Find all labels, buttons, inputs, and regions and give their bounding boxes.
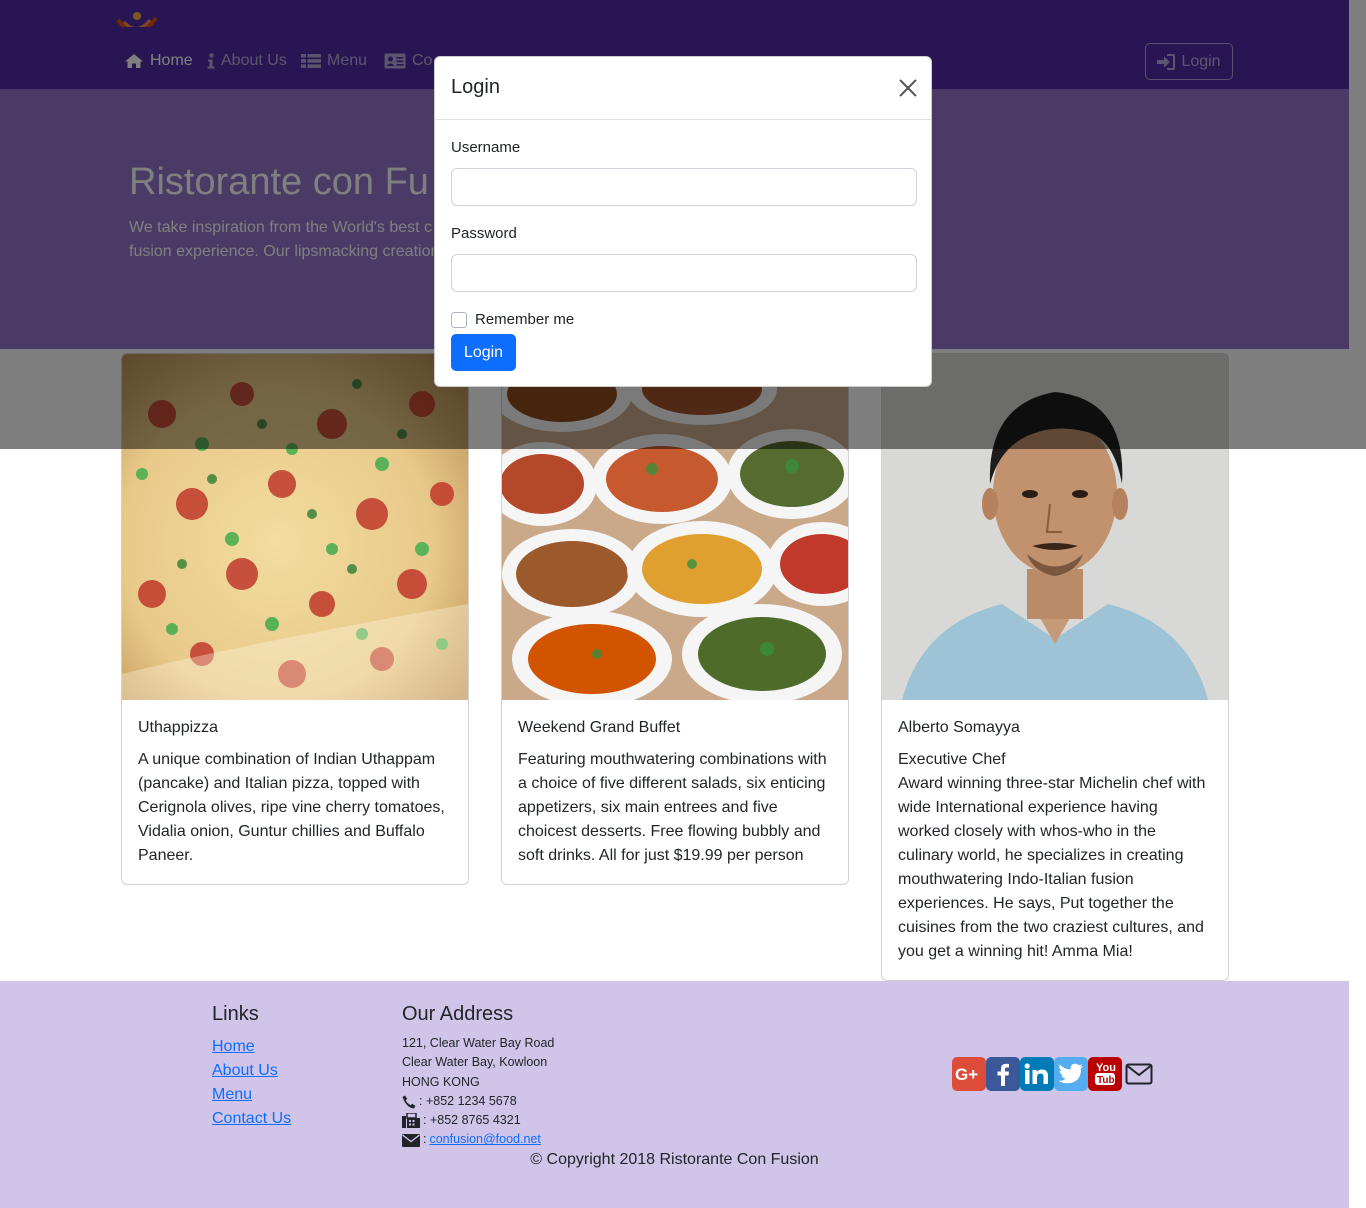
footer-address: 121, Clear Water Bay Road Clear Water Ba…: [402, 1034, 554, 1150]
facebook-icon: [997, 1063, 1009, 1086]
svg-text:Tube: Tube: [1097, 1075, 1118, 1086]
footer-link-menu[interactable]: Menu: [212, 1086, 252, 1103]
username-label: Username: [451, 139, 521, 156]
copyright-label: © Copyright 2018 Ristorante Con Fusion: [530, 1151, 819, 1168]
footer-link-contact[interactable]: Contact Us: [212, 1110, 291, 1127]
phone-number: : +852 1234 5678: [419, 1093, 517, 1108]
username-input[interactable]: [451, 168, 917, 206]
footer: Links Home About Us Menu Contact Us Our …: [0, 981, 1349, 1208]
card-title: Uthappizza: [138, 719, 219, 736]
google-plus-icon: G+: [955, 1065, 978, 1084]
phone-row: : +852 1234 5678: [402, 1092, 554, 1111]
youtube-button[interactable]: You Tube: [1088, 1057, 1122, 1091]
fax-row: : +852 8765 4321: [402, 1111, 554, 1130]
footer-links-list: Home About Us Menu Contact Us: [212, 1035, 291, 1131]
login-modal: Login Username Password Remember me Logi…: [434, 56, 932, 387]
remember-me-checkbox[interactable]: [451, 311, 467, 328]
envelope-icon: [1125, 1063, 1153, 1085]
card-body: Weekend Grand Buffet Featuring mouthwate…: [502, 700, 848, 884]
list-item: Home: [212, 1035, 291, 1059]
card-body: Alberto Somayya Executive Chef Award win…: [882, 700, 1228, 980]
close-icon[interactable]: [897, 77, 919, 99]
email-separator: :: [423, 1132, 427, 1147]
footer-link-home[interactable]: Home: [212, 1038, 255, 1055]
phone-icon: [402, 1095, 416, 1109]
copyright-text: © Copyright 2018 Ristorante Con Fusion: [0, 1151, 1349, 1169]
footer-links-heading: Links: [212, 1003, 259, 1025]
card-body: Uthappizza A unique combination of India…: [122, 700, 468, 884]
email-link[interactable]: confusion@food.net: [429, 1130, 540, 1149]
card-title: Weekend Grand Buffet: [518, 719, 681, 736]
list-item: About Us: [212, 1059, 291, 1083]
svg-text:G+: G+: [955, 1065, 978, 1084]
list-item: Contact Us: [212, 1107, 291, 1131]
twitter-button[interactable]: [1054, 1057, 1088, 1091]
card-title: Alberto Somayya: [898, 719, 1020, 736]
list-item: Menu: [212, 1083, 291, 1107]
facebook-button[interactable]: [986, 1057, 1020, 1091]
password-label: Password: [451, 225, 517, 242]
card-text: Featuring mouthwatering combinations wit…: [518, 751, 827, 864]
youtube-icon: YouTube: [1095, 1062, 1118, 1086]
card-text: A unique combination of Indian Uthappam …: [138, 751, 445, 864]
fax-number: : +852 8765 4321: [423, 1113, 521, 1128]
card-subtitle: Executive Chef: [898, 751, 1006, 768]
svg-text:You: You: [1096, 1062, 1116, 1074]
linkedin-icon: [1024, 1063, 1048, 1084]
footer-address-heading: Our Address: [402, 1003, 514, 1025]
card-text: Award winning three-star Michelin chef w…: [898, 775, 1206, 960]
linkedin-button[interactable]: [1020, 1057, 1054, 1091]
email-button[interactable]: [1122, 1057, 1156, 1091]
email-row: : confusion@food.net: [402, 1130, 554, 1149]
twitter-icon: [1058, 1063, 1083, 1084]
footer-link-about[interactable]: About Us: [212, 1062, 278, 1079]
modal-title: Login: [451, 76, 500, 98]
login-submit-button[interactable]: Login: [451, 334, 516, 371]
remember-me-label: Remember me: [475, 311, 575, 328]
password-input[interactable]: [451, 254, 917, 292]
address-line: HONG KONG: [402, 1074, 480, 1089]
social-buttons: G+ You Tube: [952, 1057, 1156, 1091]
fax-icon: [402, 1113, 420, 1129]
google-plus-button[interactable]: G+: [952, 1057, 986, 1091]
modal-header: Login: [435, 57, 931, 120]
address-line: 121, Clear Water Bay Road: [402, 1036, 555, 1050]
envelope-icon: [402, 1133, 420, 1147]
address-line: Clear Water Bay, Kowloon: [402, 1055, 548, 1070]
remember-me: Remember me: [451, 311, 574, 328]
